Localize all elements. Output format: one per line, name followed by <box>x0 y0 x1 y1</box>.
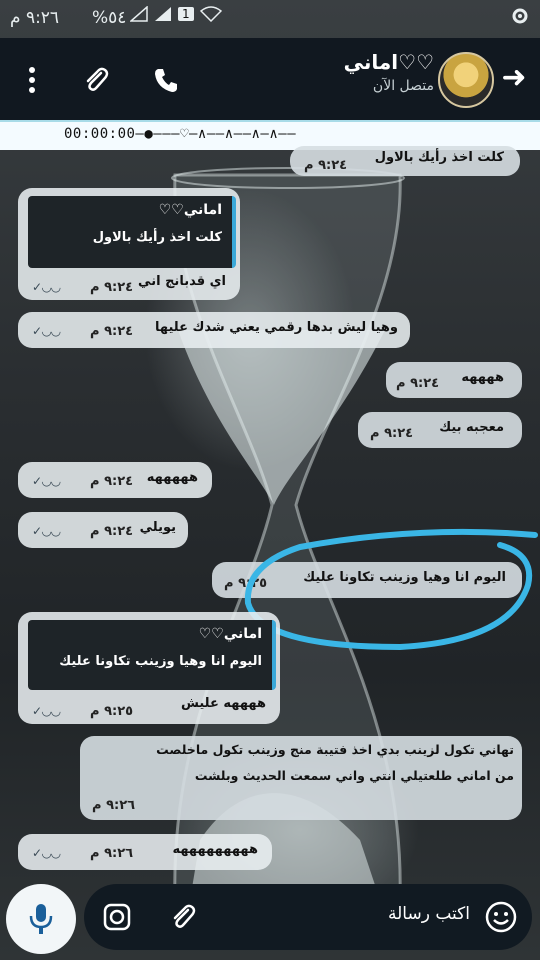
quote-text: كلت اخذ رأيك بالاول <box>92 230 222 245</box>
highlight-circle-annotation <box>244 528 538 651</box>
paperclip-icon <box>173 904 196 928</box>
attach-input-button[interactable] <box>164 898 202 936</box>
more-vert-icon <box>29 67 35 93</box>
message-text: كلت اخذ رأيك بالاول <box>374 150 504 165</box>
message-text: هههههههههه <box>172 842 258 857</box>
read-ticks-icon: ◡◡✓ <box>32 280 61 294</box>
read-ticks-icon: ◡◡✓ <box>32 474 61 488</box>
read-ticks-icon: ◡◡✓ <box>32 524 61 538</box>
message-time: ٩:٢٤ م <box>90 280 134 295</box>
message-time: ٩:٢٦ م <box>90 846 134 861</box>
message-bubble[interactable]: اماني♡♡ اليوم انا وهيا وزينب تكاونا عليك… <box>18 612 280 724</box>
message-bubble[interactable]: هههههه ٩:٢٤ م ◡◡✓ <box>18 462 212 498</box>
message-time: ٩:٢٤ م <box>90 474 134 489</box>
quote-name: اماني♡♡ <box>158 202 222 218</box>
read-ticks-icon: ◡◡✓ <box>32 324 61 338</box>
signal-icons: 1 <box>130 6 222 22</box>
signal-icon <box>155 7 171 21</box>
emoji-button[interactable] <box>482 898 520 936</box>
signal-icon <box>130 6 148 22</box>
read-ticks-icon: ◡◡✓ <box>32 704 61 718</box>
contact-status: متصل الآن <box>372 78 434 94</box>
quote-name: اماني♡♡ <box>198 626 262 642</box>
avatar[interactable] <box>438 52 494 108</box>
more-options-button[interactable] <box>12 60 52 100</box>
message-time: ٩:٢٤ م <box>304 158 348 173</box>
reply-quote: اماني♡♡ كلت اخذ رأيك بالاول <box>28 196 236 268</box>
emoji-icon <box>485 901 517 933</box>
strip-text: 00:00:00—●———♡—∧——∧——∧—∧—— <box>64 126 297 142</box>
reply-quote: اماني♡♡ اليوم انا وهيا وزينب تكاونا عليك <box>28 620 276 690</box>
call-button[interactable] <box>146 60 186 100</box>
microphone-icon <box>29 904 53 934</box>
voice-record-button[interactable] <box>6 884 76 954</box>
wifi-icon <box>199 6 222 22</box>
message-time: ٩:٢٤ م <box>396 376 440 391</box>
message-text: ههههه <box>461 370 504 385</box>
message-text: ههههه عليش <box>180 696 266 711</box>
back-arrow-icon[interactable]: ➜ <box>496 60 532 96</box>
message-text: اي قدبانج اني <box>138 274 226 289</box>
message-bubble[interactable]: ههههه ٩:٢٤ م <box>386 362 522 398</box>
attach-button[interactable] <box>76 60 116 100</box>
camera-icon <box>103 903 131 931</box>
message-input[interactable]: اكتب رسالة <box>388 904 470 924</box>
message-text-line: من اماني طلعتيلي انتي واني سمعت الحديث و… <box>194 768 514 783</box>
contact-name: اماني♡♡ <box>343 50 434 74</box>
sim-badge: 1 <box>178 7 194 21</box>
chat-app-bar: ➜ اماني♡♡ متصل الآن <box>0 38 540 120</box>
message-time: ٩:٢٦ م <box>92 798 136 813</box>
read-ticks-icon: ◡◡✓ <box>32 846 61 860</box>
message-bubble[interactable]: اماني♡♡ كلت اخذ رأيك بالاول اي قدبانج ان… <box>18 188 240 300</box>
status-time: ٩:٢٦ م <box>10 8 60 28</box>
message-bubble[interactable]: تهاني تكول لزينب بدي اخذ فتيبة منج وزينب… <box>80 736 522 820</box>
battery-level: %٥٤ <box>92 8 127 28</box>
camera-button[interactable] <box>98 898 136 936</box>
message-time: ٩:٢٤ م <box>90 524 134 539</box>
message-text: وهيا ليش بدها رقمي يعني شدك عليها <box>155 320 398 335</box>
message-bubble[interactable]: معجبه بيك ٩:٢٤ م <box>358 412 522 448</box>
message-bubble[interactable]: كلت اخذ رأيك بالاول ٩:٢٤ م <box>290 146 520 176</box>
message-time: ٩:٢٤ م <box>370 426 414 441</box>
message-bubble[interactable]: هههههههههه ٩:٢٦ م ◡◡✓ <box>18 834 272 870</box>
phone-icon <box>155 69 177 92</box>
paperclip-icon <box>86 67 109 91</box>
status-bar: ٩:٢٦ م %٥٤ 1 <box>0 0 540 38</box>
message-text: معجبه بيك <box>439 420 504 435</box>
message-bubble[interactable]: وهيا ليش بدها رقمي يعني شدك عليها ٩:٢٤ م… <box>18 312 410 348</box>
message-input-bar[interactable]: اكتب رسالة <box>84 884 532 950</box>
message-text-line: تهاني تكول لزينب بدي اخذ فتيبة منج وزينب… <box>156 742 514 757</box>
message-time: ٩:٢٥ م <box>90 704 134 719</box>
message-time: ٩:٢٤ م <box>90 324 134 339</box>
settings-status-icon <box>510 6 530 31</box>
quote-text: اليوم انا وهيا وزينب تكاونا عليك <box>59 654 262 669</box>
message-bubble[interactable]: يويلي ٩:٢٤ م ◡◡✓ <box>18 512 188 548</box>
contact-info[interactable]: اماني♡♡ متصل الآن <box>344 50 434 94</box>
message-text: هههههه <box>146 470 198 485</box>
message-text: يويلي <box>139 520 176 535</box>
